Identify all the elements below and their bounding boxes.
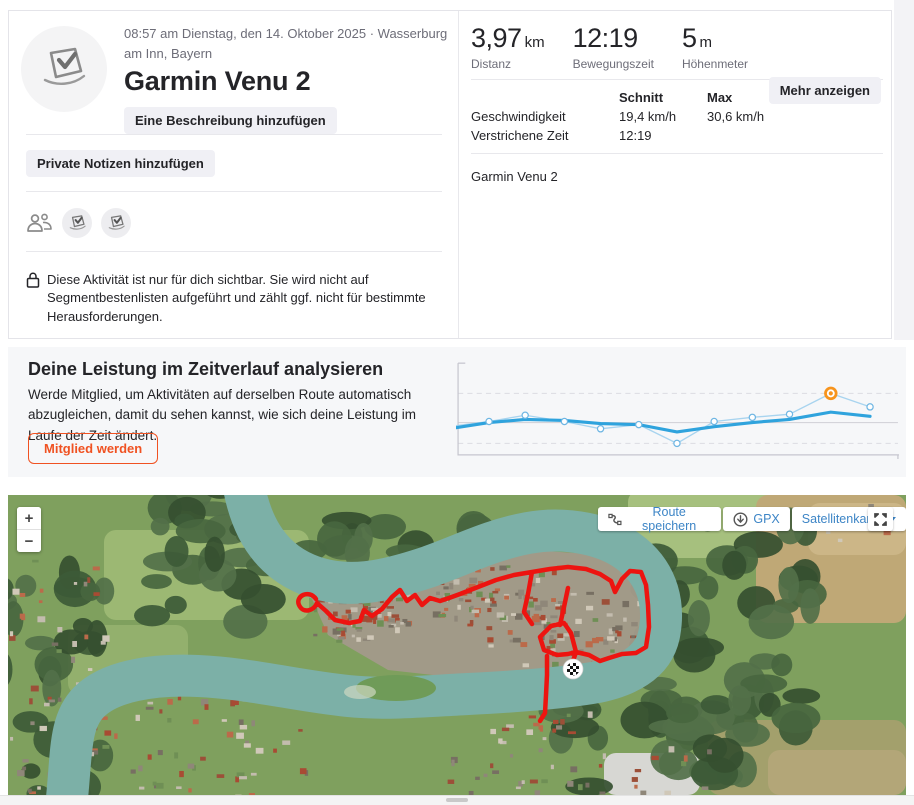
- grip-icon: [446, 798, 468, 802]
- save-route-label: Route speichern: [642, 505, 697, 533]
- activity-badge[interactable]: [62, 208, 92, 238]
- device-name: Garmin Venu 2: [471, 169, 558, 184]
- stat-elevation: 5m Höhenmeter: [682, 23, 748, 71]
- row-max: 30,6 km/h: [707, 109, 765, 124]
- performance-chart-wrap: [454, 359, 900, 461]
- stat-label: Höhenmeter: [681, 57, 748, 71]
- activity-datetime: 08:57 am Dienstag, den 14. Oktober 2025 …: [124, 26, 448, 61]
- show-more-button[interactable]: Mehr anzeigen: [768, 77, 881, 104]
- satellite-map-svg: [8, 495, 906, 795]
- gpx-download-button[interactable]: GPX: [723, 507, 790, 531]
- laptop-check-icon: [69, 214, 86, 230]
- social-row: [26, 208, 131, 238]
- stat-value: 3,97: [471, 23, 522, 53]
- page-gutter: [894, 0, 914, 340]
- divider: [26, 134, 442, 135]
- stat-value: 5: [681, 23, 697, 53]
- save-route-button[interactable]: Route speichern: [598, 505, 722, 533]
- divider: [458, 11, 459, 338]
- stat-distance: 3,97 km Distanz: [471, 23, 545, 71]
- row-max: [707, 127, 827, 145]
- stat-value: 12:19: [572, 23, 639, 53]
- gpx-label: GPX: [753, 512, 780, 526]
- col-header-avg: Schnitt: [619, 90, 664, 105]
- table-row: Verstrichene Zeit 12:19: [471, 127, 827, 145]
- private-notes-button[interactable]: Private Notizen hinzufügen: [26, 150, 215, 177]
- privacy-note-text: Diese Aktivität ist nur für dich sichtba…: [47, 272, 426, 324]
- table-row: Geschwindigkeit 19,4 km/h 30,6 km/h: [471, 108, 827, 126]
- fullscreen-button[interactable]: [868, 507, 893, 531]
- performance-chart: [454, 362, 899, 461]
- lock-icon: [26, 272, 40, 288]
- add-description-button[interactable]: Eine Beschreibung hinzufügen: [124, 107, 337, 134]
- row-label: Verstrichene Zeit: [471, 128, 569, 143]
- stat-unit: m: [699, 34, 712, 51]
- map-zoom-control: + −: [17, 507, 41, 552]
- divider: [471, 153, 883, 154]
- route-icon: [608, 513, 622, 525]
- upsell-title: Deine Leistung im Zeitverlauf analysiere…: [28, 359, 384, 379]
- primary-stats: 3,97 km Distanz 12:19 Bewegungszeit 5m Hö…: [471, 23, 748, 71]
- privacy-note: Diese Aktivität ist nur für dich sichtba…: [26, 271, 438, 326]
- group-athletes-icon[interactable]: [26, 212, 53, 234]
- laptop-check-icon: [43, 47, 86, 85]
- section-resize-handle[interactable]: [0, 795, 914, 805]
- activity-badge[interactable]: [101, 208, 131, 238]
- divider: [26, 191, 442, 192]
- zoom-out-button[interactable]: −: [17, 530, 41, 552]
- divider: [26, 251, 442, 252]
- upsell-section: Deine Leistung im Zeitverlauf analysiere…: [8, 347, 906, 477]
- activity-summary-card: 08:57 am Dienstag, den 14. Oktober 2025 …: [8, 10, 892, 339]
- row-label: Geschwindigkeit: [471, 109, 566, 124]
- download-icon: [733, 511, 748, 527]
- activity-type-avatar: [21, 26, 107, 112]
- row-avg: 19,4 km/h: [619, 109, 677, 124]
- zoom-in-button[interactable]: +: [17, 507, 41, 529]
- stat-unit: km: [524, 34, 545, 51]
- activity-title: Garmin Venu 2: [124, 66, 311, 96]
- laptop-check-icon: [108, 214, 125, 230]
- activity-page: 08:57 am Dienstag, den 14. Oktober 2025 …: [0, 0, 914, 805]
- stat-label: Distanz: [471, 57, 512, 71]
- stat-label: Bewegungszeit: [572, 57, 654, 71]
- map-toolbar: Route speichern GPX Satellitenkarte: [598, 505, 906, 533]
- map-container[interactable]: + − Route speichern GPX Satellitenkarte: [8, 495, 906, 795]
- row-avg: 12:19: [619, 128, 652, 143]
- fullscreen-icon: [874, 512, 887, 526]
- become-member-button[interactable]: Mitglied werden: [28, 433, 159, 464]
- stat-moving-time: 12:19 Bewegungszeit: [573, 23, 654, 71]
